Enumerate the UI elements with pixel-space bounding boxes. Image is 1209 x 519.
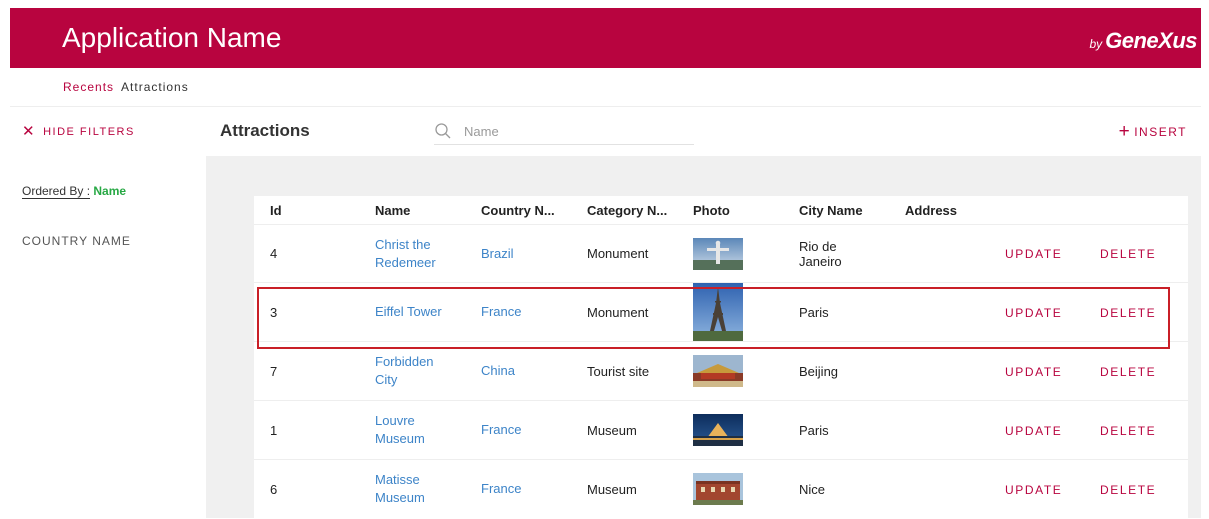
attraction-link[interactable]: Forbidden City xyxy=(375,353,481,389)
cell-address xyxy=(905,459,1005,519)
column-header-id[interactable]: Id xyxy=(254,196,375,225)
cell-address xyxy=(905,224,1005,283)
update-button[interactable]: UPDATE xyxy=(1005,424,1062,438)
country-link[interactable]: France xyxy=(481,481,521,496)
table-row[interactable]: 6 Matisse Museum France Museum Nice UPDA… xyxy=(254,459,1188,519)
cell-city: Paris xyxy=(799,400,905,460)
column-header-category[interactable]: Category N... xyxy=(587,196,693,225)
table-row[interactable]: 1 Louvre Museum France Museum Paris UPDAT… xyxy=(254,400,1188,460)
cell-id: 7 xyxy=(254,341,375,401)
breadcrumb-recents[interactable]: Recents xyxy=(63,80,114,94)
country-link[interactable]: France xyxy=(481,422,521,437)
ordered-by-label: Ordered By : xyxy=(22,184,91,199)
forbidden-city-photo xyxy=(693,355,743,387)
cell-city: Rio de Janeiro xyxy=(799,224,905,283)
cell-delete[interactable]: DELETE xyxy=(1100,459,1188,519)
cell-photo xyxy=(693,459,799,519)
attractions-table: Id Name Country N... Category N... Photo… xyxy=(254,196,1188,519)
cell-delete[interactable]: DELETE xyxy=(1100,400,1188,460)
cell-update[interactable]: UPDATE xyxy=(1005,341,1100,401)
delete-button[interactable]: DELETE xyxy=(1100,365,1156,379)
cell-name[interactable]: Matisse Museum xyxy=(375,459,481,519)
christ-redeemer-photo xyxy=(693,237,743,270)
update-button[interactable]: UPDATE xyxy=(1005,247,1062,261)
cell-name[interactable]: Christ the Redemeer xyxy=(375,224,481,283)
attraction-link[interactable]: Louvre Museum xyxy=(375,412,481,448)
country-name-filter-label: COUNTRY NAME xyxy=(22,234,131,248)
cell-id: 6 xyxy=(254,459,375,519)
delete-button[interactable]: DELETE xyxy=(1100,483,1156,497)
close-icon: ✕ xyxy=(22,123,37,140)
insert-label: INSERT xyxy=(1134,124,1187,139)
cell-name[interactable]: Louvre Museum xyxy=(375,400,481,460)
cell-country[interactable]: Brazil xyxy=(481,224,587,283)
cell-country[interactable]: France xyxy=(481,400,587,460)
cell-photo xyxy=(693,224,799,283)
breadcrumb-current: Attractions xyxy=(121,80,189,94)
app-header: Application Name by GeneXus xyxy=(10,8,1201,68)
column-header-update xyxy=(1005,196,1100,225)
breadcrumb: Recents Attractions xyxy=(63,80,189,94)
delete-button[interactable]: DELETE xyxy=(1100,424,1156,438)
table-row[interactable]: 4 Christ the Redemeer Brazil Monument Rio… xyxy=(254,224,1188,283)
plus-icon: + xyxy=(1118,121,1132,142)
cell-update[interactable]: UPDATE xyxy=(1005,400,1100,460)
delete-button[interactable]: DELETE xyxy=(1100,247,1156,261)
page-title: Attractions xyxy=(220,121,310,140)
brand-by: by xyxy=(1089,37,1103,51)
cell-delete[interactable]: DELETE xyxy=(1100,341,1188,401)
brand-logo: by GeneXus xyxy=(1089,28,1197,54)
cell-country[interactable]: China xyxy=(481,341,587,401)
cell-category: Tourist site xyxy=(587,341,693,401)
cell-country[interactable]: France xyxy=(481,459,587,519)
search-input[interactable] xyxy=(462,122,666,140)
cell-update[interactable]: UPDATE xyxy=(1005,459,1100,519)
cell-id: 1 xyxy=(254,400,375,460)
cell-category: Museum xyxy=(587,400,693,460)
update-button[interactable]: UPDATE xyxy=(1005,483,1062,497)
brand-name: GeneXus xyxy=(1105,28,1197,53)
table-row[interactable]: 7 Forbidden City China Tourist site Beiji… xyxy=(254,341,1188,401)
hide-filters-label: HIDE FILTERS xyxy=(43,125,135,138)
cell-address xyxy=(905,341,1005,401)
cell-city: Nice xyxy=(799,459,905,519)
column-header-name[interactable]: Name xyxy=(375,196,481,225)
cell-category: Museum xyxy=(587,459,693,519)
search-box[interactable] xyxy=(434,118,694,145)
cell-id: 4 xyxy=(254,224,375,283)
matisse-museum-photo xyxy=(693,473,743,506)
hide-filters-button[interactable]: ✕ HIDE FILTERS xyxy=(22,124,135,139)
selected-row-highlight xyxy=(257,287,1170,349)
cell-name[interactable]: Forbidden City xyxy=(375,341,481,401)
insert-button[interactable]: + INSERT xyxy=(1119,122,1187,141)
column-header-photo[interactable]: Photo xyxy=(693,196,799,225)
search-icon xyxy=(435,123,451,139)
louvre-museum-photo xyxy=(693,414,743,446)
cell-photo xyxy=(693,400,799,460)
country-name-filter[interactable]: COUNTRY NAME xyxy=(22,234,131,248)
attractions-grid: Id Name Country N... Category N... Photo… xyxy=(254,196,1188,519)
column-header-city[interactable]: City Name xyxy=(799,196,905,225)
attraction-link[interactable]: Christ the Redemeer xyxy=(375,236,481,272)
attraction-link[interactable]: Matisse Museum xyxy=(375,471,481,507)
cell-update[interactable]: UPDATE xyxy=(1005,224,1100,283)
column-header-country[interactable]: Country N... xyxy=(481,196,587,225)
cell-category: Monument xyxy=(587,224,693,283)
cell-address xyxy=(905,400,1005,460)
cell-city: Beijing xyxy=(799,341,905,401)
ordered-by[interactable]: Ordered By : Name xyxy=(22,184,127,199)
filters-sidebar: Ordered By : Name COUNTRY NAME xyxy=(10,156,206,506)
ordered-by-value: Name xyxy=(93,184,127,198)
app-title: Application Name xyxy=(62,22,282,53)
divider xyxy=(10,106,1201,107)
column-header-address[interactable]: Address xyxy=(905,196,1005,225)
cell-photo xyxy=(693,341,799,401)
column-header-delete xyxy=(1100,196,1188,225)
country-link[interactable]: China xyxy=(481,363,515,378)
cell-delete[interactable]: DELETE xyxy=(1100,224,1188,283)
country-link[interactable]: Brazil xyxy=(481,246,514,261)
update-button[interactable]: UPDATE xyxy=(1005,365,1062,379)
